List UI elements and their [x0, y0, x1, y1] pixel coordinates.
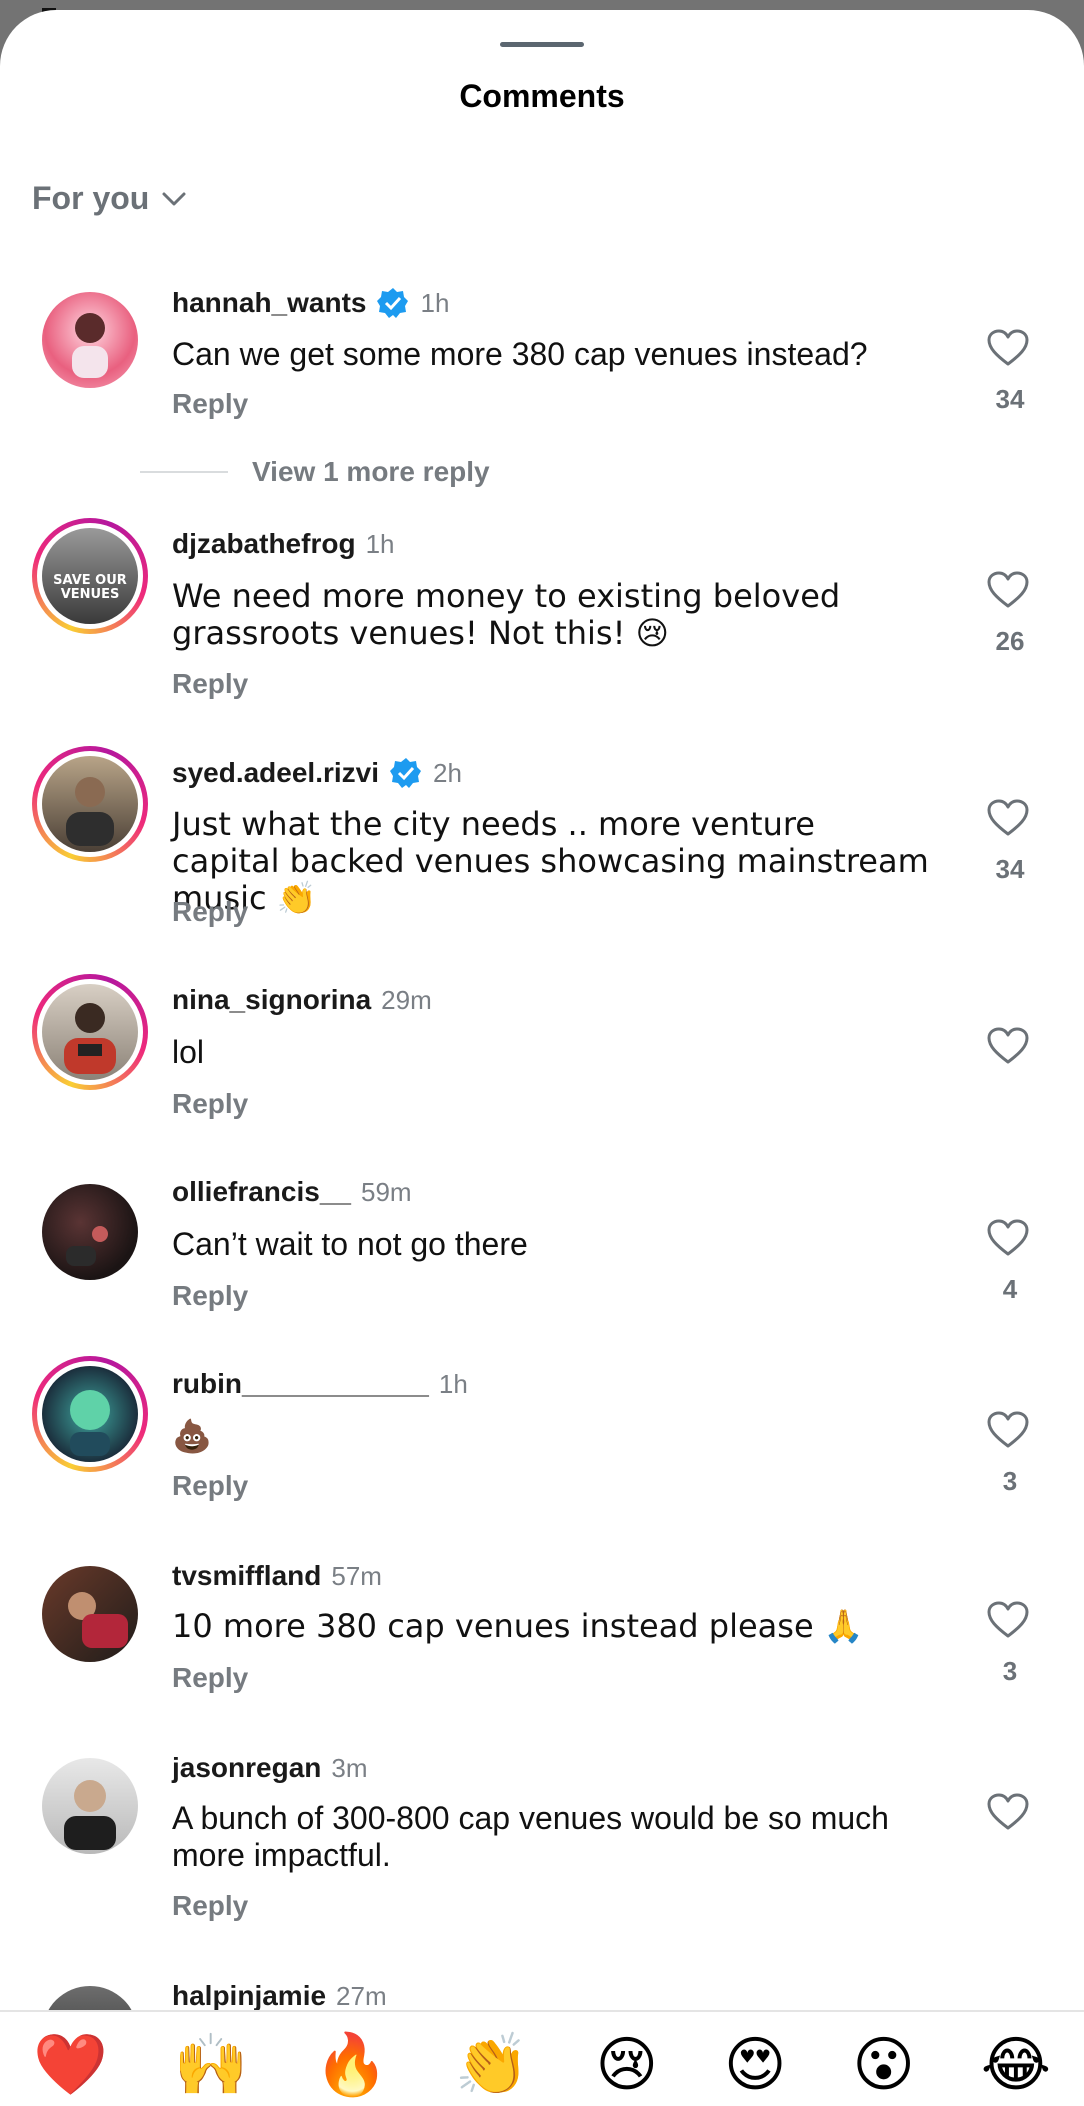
reply-button[interactable]: Reply [172, 1280, 248, 1312]
like-count: 26 [995, 626, 1025, 656]
comment-text: We need more money to existing beloved g… [172, 577, 841, 652]
like-count: 34 [995, 384, 1025, 414]
username[interactable]: olliefrancis__ [172, 1176, 351, 1208]
person-icon [66, 777, 114, 846]
heart-icon[interactable] [986, 1600, 1030, 1640]
comment-time: 57m [331, 1560, 382, 1591]
emoji-heart[interactable]: ❤️ [33, 2032, 108, 2098]
person-icon [64, 1003, 116, 1074]
like-count: 3 [1002, 1656, 1018, 1686]
avatar-image: SAVE OUR VENUES [42, 528, 138, 624]
thread-line [140, 471, 228, 473]
drag-handle[interactable] [500, 42, 584, 47]
username[interactable]: rubin____________ [172, 1368, 429, 1400]
username[interactable]: jasonregan [172, 1752, 321, 1784]
filter-label: For you [32, 180, 150, 216]
heart-icon[interactable] [986, 570, 1030, 610]
reply-button[interactable]: Reply [172, 1662, 248, 1694]
avatar-image [42, 1184, 138, 1280]
username[interactable]: djzabathefrog [172, 528, 356, 560]
comment-text: Can’t wait to not go there [172, 1226, 528, 1262]
verified-badge-icon [390, 758, 422, 788]
comment-time: 1h [438, 1368, 468, 1399]
avatar[interactable] [32, 1556, 148, 1672]
chevron-down-icon [162, 192, 186, 205]
avatar-image [42, 292, 138, 388]
comment-time: 1h [365, 528, 395, 559]
comment-text: 💩 [172, 1417, 212, 1455]
avatar-image [42, 756, 138, 852]
reply-button[interactable]: Reply [172, 896, 248, 928]
username[interactable]: halpinjamie [172, 1980, 326, 2012]
verified-badge-icon [377, 288, 409, 318]
comment-time: 27m [336, 1980, 387, 2011]
comment-text: A bunch of 300-800 cap venues would be s… [172, 1800, 889, 1873]
filter-dropdown[interactable]: For you [32, 180, 189, 217]
reply-button[interactable]: Reply [172, 1088, 248, 1120]
avatar-image [42, 1758, 138, 1854]
comment-time: 1h [420, 287, 450, 318]
heart-icon[interactable] [986, 1026, 1030, 1066]
person-icon [72, 313, 108, 378]
view-more-replies[interactable]: View 1 more reply [140, 456, 490, 488]
reply-button[interactable]: Reply [172, 1470, 248, 1502]
emoji-heart-eyes[interactable]: 😍 [724, 2032, 787, 2098]
person-icon [64, 1780, 116, 1850]
emoji-fire[interactable]: 🔥 [314, 2032, 389, 2098]
emoji-crying[interactable]: 😢 [595, 2032, 658, 2098]
username[interactable]: tvsmiffland [172, 1560, 321, 1592]
like-count: 3 [1002, 1466, 1018, 1496]
avatar[interactable]: SAVE OUR VENUES [32, 518, 148, 634]
reply-button[interactable]: Reply [172, 1890, 248, 1922]
heart-icon[interactable] [986, 1218, 1030, 1258]
avatar[interactable] [32, 1356, 148, 1472]
view-more-label: View 1 more reply [252, 456, 490, 487]
emoji-laughing[interactable]: 😂 [981, 2032, 1051, 2098]
like-count: 4 [1002, 1274, 1018, 1304]
avatar[interactable] [32, 1748, 148, 1864]
comment-text: Can we get some more 380 cap venues inst… [172, 336, 868, 372]
sheet-title: Comments [459, 78, 625, 114]
avatar[interactable] [32, 282, 148, 398]
avatar[interactable] [32, 1174, 148, 1290]
username[interactable]: syed.adeel.rizvi [172, 757, 379, 789]
avatar[interactable] [32, 974, 148, 1090]
reply-button[interactable]: Reply [172, 668, 248, 700]
avatar-image [42, 1566, 138, 1662]
reply-button[interactable]: Reply [172, 388, 248, 420]
username[interactable]: nina_signorina [172, 984, 371, 1016]
comment-time: 2h [433, 757, 462, 788]
emoji-raised-hands[interactable]: 🙌 [174, 2032, 249, 2098]
heart-icon[interactable] [986, 1792, 1030, 1832]
comment-time: 29m [381, 984, 432, 1015]
comment-text: 10 more 380 cap venues instead please 🙏 [172, 1607, 864, 1645]
avatar-image [42, 984, 138, 1080]
emoji-clapping[interactable]: 👏 [455, 2032, 530, 2098]
avatar-text: SAVE OUR VENUES [53, 573, 127, 602]
comment-time: 59m [360, 1176, 412, 1207]
heart-icon[interactable] [986, 328, 1030, 368]
heart-icon[interactable] [986, 798, 1030, 838]
emoji-surprised[interactable]: 😮 [852, 2032, 915, 2098]
comment-text: lol [172, 1034, 205, 1070]
comments-sheet: Comments For you hannah_wants 1h Can we … [0, 10, 1084, 2106]
heart-icon[interactable] [986, 1410, 1030, 1450]
avatar[interactable] [32, 746, 148, 862]
person-icon [68, 1592, 128, 1648]
person-icon [70, 1390, 110, 1456]
emoji-reaction-bar: ❤️ 🙌 🔥 👏 😢 😍 😮 😂 [0, 2010, 1084, 2106]
like-count: 34 [995, 854, 1025, 884]
avatar-image [42, 1366, 138, 1462]
person-icon [66, 1226, 108, 1266]
comment-time: 3m [331, 1752, 368, 1783]
username[interactable]: hannah_wants [172, 287, 366, 319]
comment-text: Just what the city needs .. more venture… [172, 805, 929, 917]
